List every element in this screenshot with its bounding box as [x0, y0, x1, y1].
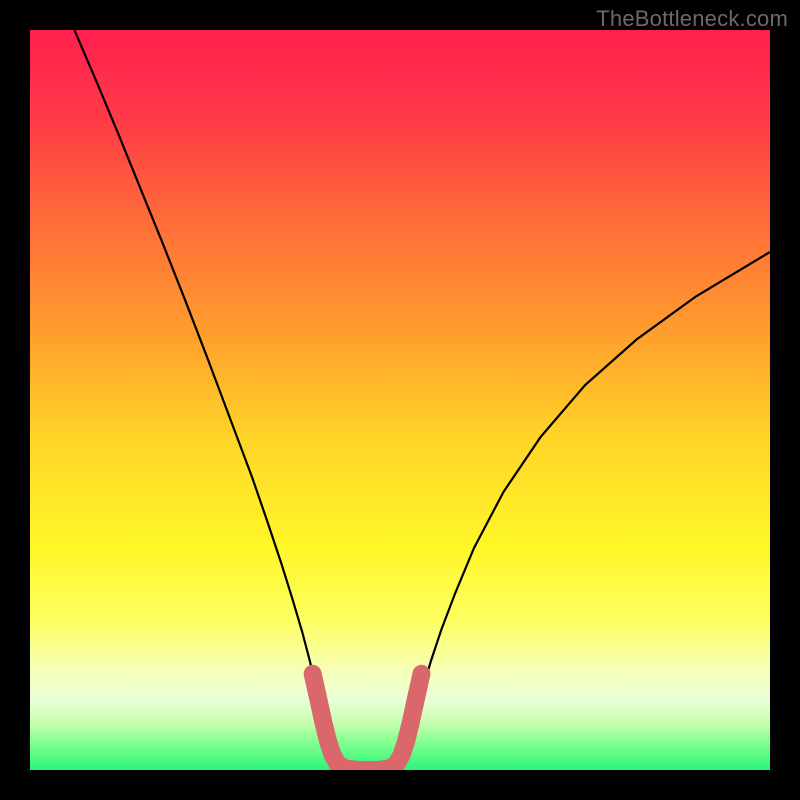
chart-plot-area: [30, 30, 770, 770]
chart-frame: TheBottleneck.com: [0, 0, 800, 800]
chart-svg: [30, 30, 770, 770]
watermark-text: TheBottleneck.com: [596, 6, 788, 32]
chart-background: [30, 30, 770, 770]
